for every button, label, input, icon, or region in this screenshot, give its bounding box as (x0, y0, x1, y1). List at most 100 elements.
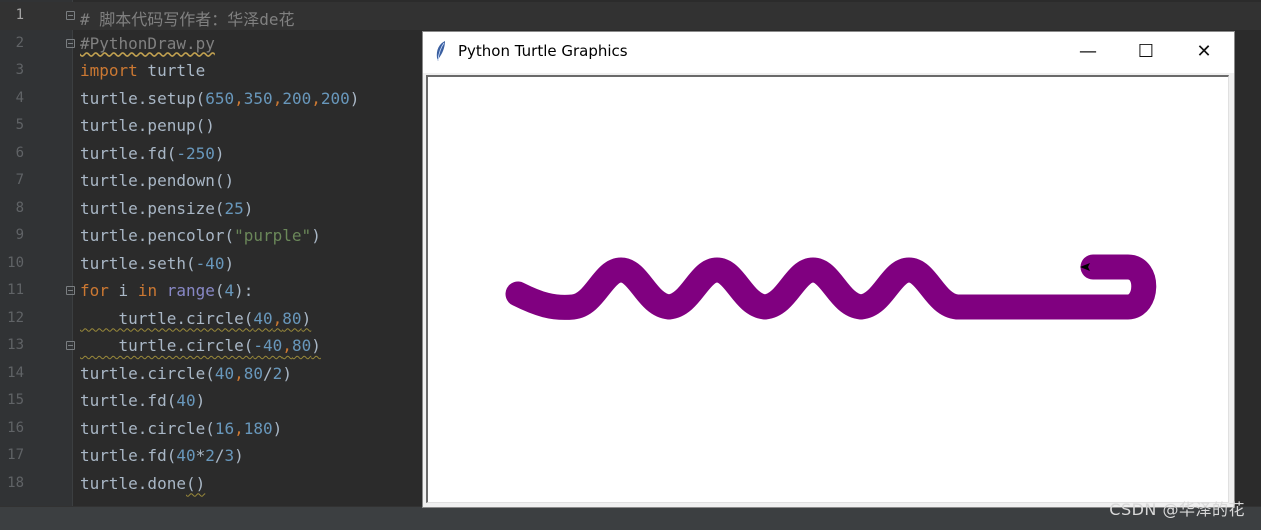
code-token: turtle.circle( (80, 418, 215, 438)
code-text: #PythonDraw.py (80, 34, 215, 53)
code-text: turtle.fd(40*2/3) (80, 446, 244, 465)
code-token: turtle.fd( (80, 391, 177, 410)
line-number: 11 (7, 282, 24, 298)
code-token: / (263, 363, 273, 383)
code-token: , (234, 88, 244, 108)
code-token: , (272, 308, 283, 328)
code-token: 2 (272, 363, 283, 383)
code-token: 4 (224, 281, 235, 300)
minimize-icon: — (1079, 40, 1097, 62)
code-token: turtle.fd( (80, 143, 177, 163)
code-token: ): (234, 281, 254, 300)
code-text: turtle.fd(-250) (80, 144, 225, 163)
fold-marker-icon[interactable] (66, 11, 75, 20)
line-number: 10 (7, 254, 24, 271)
code-token: 200 (282, 88, 312, 108)
code-token: 40 (176, 391, 196, 410)
code-token: 25 (224, 198, 244, 218)
code-token: * (195, 446, 206, 465)
code-text: turtle.seth(-40) (80, 254, 234, 273)
feather-icon (436, 41, 445, 61)
line-number: 17 (7, 447, 24, 463)
code-token: , (282, 336, 292, 355)
code-token: range (166, 281, 215, 300)
fold-marker-icon[interactable] (66, 341, 75, 350)
code-token: turtle.circle( (80, 363, 215, 383)
line-number: 9 (15, 227, 24, 243)
code-token: turtle.pencolor( (80, 226, 235, 245)
close-button[interactable]: ✕ (1175, 32, 1233, 70)
code-text: turtle.penup() (80, 116, 215, 135)
code-text: turtle.pendown() (80, 171, 234, 190)
window-title: Python Turtle Graphics (458, 42, 628, 60)
code-token: in (137, 281, 158, 300)
line-number: 18 (7, 474, 24, 491)
code-line[interactable]: 1 # 脚本代码写作者：华泽de花 (0, 2, 1261, 30)
code-token: , (272, 88, 283, 108)
line-number: 12 (7, 309, 24, 326)
code-token: / (214, 446, 225, 465)
code-token: turtle.pendown() (80, 171, 235, 190)
code-token: turtle.setup( (80, 88, 206, 108)
code-text: turtle.setup(650,350,200,200) (80, 89, 359, 108)
maximize-button[interactable]: ☐ (1117, 32, 1175, 70)
code-token: 180 (243, 418, 273, 438)
code-token: turtle.circle( (80, 336, 254, 355)
code-text: import turtle (80, 61, 205, 80)
code-token: ) (311, 336, 321, 355)
code-text: turtle.pensize(25) (80, 199, 253, 218)
window-titlebar[interactable]: Python Turtle Graphics — ☐ ✕ (423, 32, 1234, 73)
code-text: turtle.circle(40,80) (80, 308, 312, 328)
code-token: , (234, 363, 244, 383)
code-token: ) (272, 418, 283, 438)
code-text: turtle.circle(16,180) (80, 419, 282, 438)
line-number: 15 (7, 392, 24, 408)
code-token: for (80, 281, 109, 300)
code-token: #PythonDraw.py (80, 33, 215, 53)
code-token: ) (243, 198, 254, 218)
code-token: 2 (205, 446, 215, 465)
snake-drawing (505, 254, 1157, 320)
fold-marker-icon[interactable] (66, 38, 75, 48)
code-token: -40 (195, 253, 225, 273)
code-token: 40 (176, 446, 196, 465)
turtle-drawing (505, 254, 1157, 320)
code-token: ) (282, 363, 292, 383)
turtle-canvas[interactable] (426, 75, 1229, 503)
code-token: ) (349, 88, 360, 108)
line-number: 14 (7, 364, 24, 381)
code-token: , (311, 88, 321, 108)
code-token: ( (214, 281, 225, 300)
line-number: 13 (7, 337, 24, 353)
editor-bottom-bar (0, 506, 1261, 530)
line-number: 5 (15, 117, 24, 133)
code-token: 80 (243, 363, 264, 383)
code-token: ) (234, 446, 244, 465)
code-text: turtle.circle(-40,80) (80, 336, 321, 355)
close-icon: ✕ (1196, 40, 1212, 62)
code-token: "purple" (234, 226, 312, 245)
csdn-watermark: CSDN @华泽的花 (1109, 500, 1245, 519)
code-token: 40 (253, 308, 273, 328)
code-token: ) (224, 253, 235, 273)
code-token: 650 (205, 88, 235, 108)
code-token: # 脚本代码写作者：华泽de花 (80, 10, 295, 29)
line-number: 16 (7, 419, 24, 436)
code-text: for i in range(4): (80, 281, 253, 300)
code-token: 40 (214, 363, 235, 383)
minimize-button[interactable]: — (1059, 32, 1117, 70)
code-token: 80 (291, 336, 312, 355)
turtle-graphics-window[interactable]: Python Turtle Graphics — ☐ ✕ (422, 31, 1235, 508)
code-token: ) (214, 143, 225, 163)
code-token: () (185, 473, 206, 493)
line-number: 4 (15, 89, 24, 106)
code-token: turtle.circle( (80, 308, 254, 328)
code-text: turtle.pencolor("purple") (80, 226, 321, 245)
line-number: 7 (15, 172, 24, 188)
fold-marker-icon[interactable] (66, 286, 75, 295)
code-token: 3 (224, 446, 235, 465)
line-number: 2 (15, 34, 24, 51)
code-token: turtle.pensize( (80, 198, 225, 218)
code-token: , (234, 418, 244, 438)
